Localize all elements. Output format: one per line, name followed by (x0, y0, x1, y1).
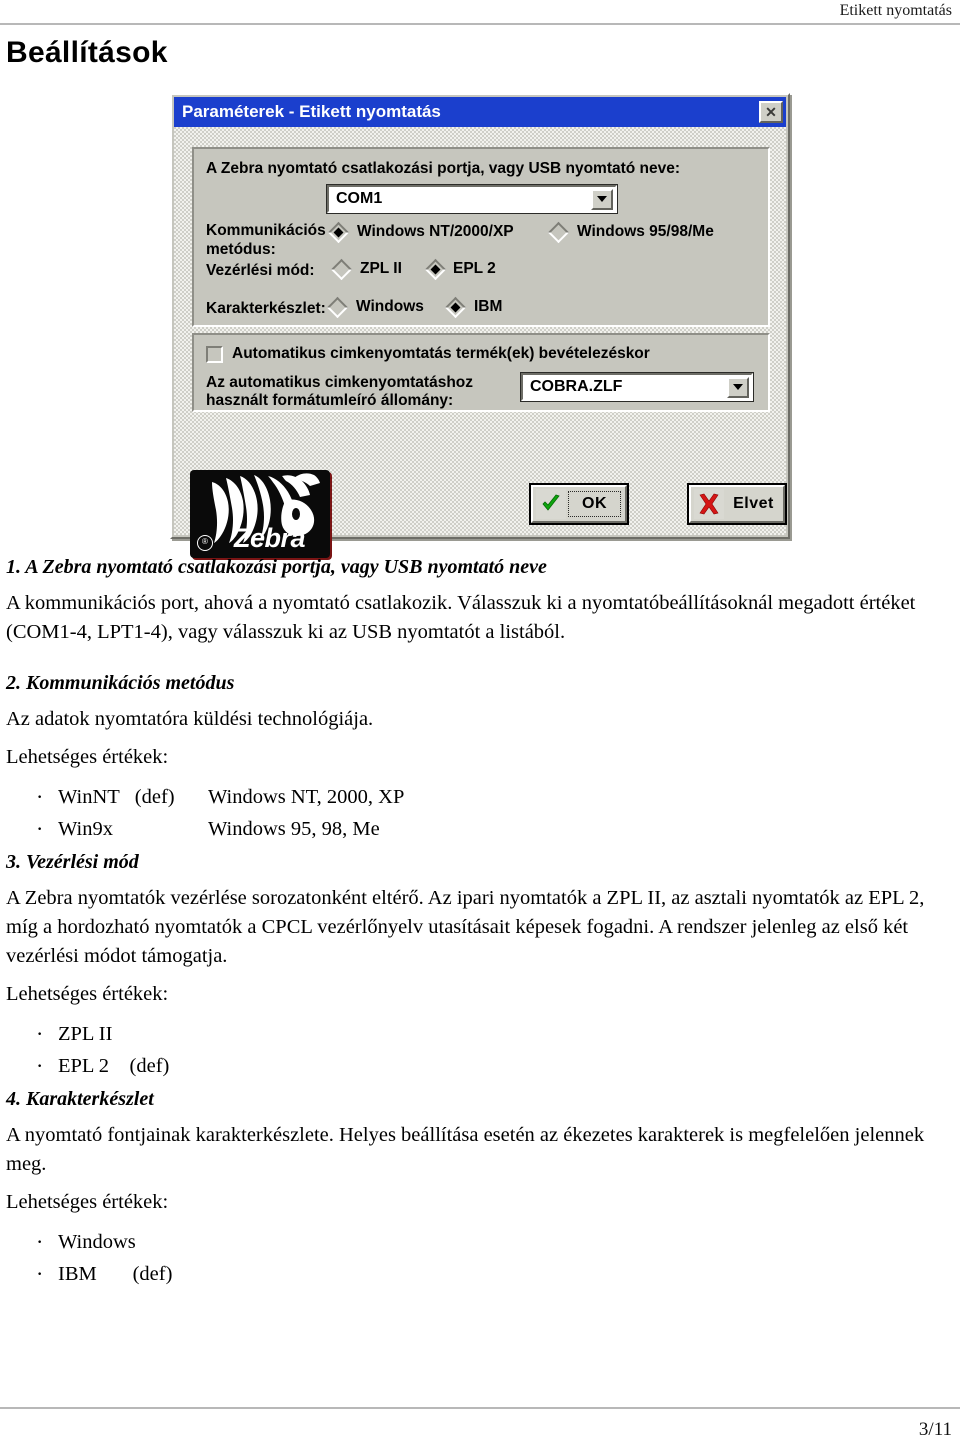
port-combo-value: COM1 (336, 190, 383, 207)
close-icon[interactable]: ✕ (759, 101, 783, 123)
list-item: ZPL II (6, 1018, 954, 1050)
value-term: ZPL II (58, 1023, 113, 1045)
value-def: Windows NT, 2000, XP (208, 786, 405, 808)
zebra-wordmark: Zebra (234, 523, 306, 553)
radio-charset-ibm[interactable] (444, 296, 467, 319)
format-file-combo[interactable]: COBRA.ZLF (520, 372, 754, 402)
list-item: WinNT (def) Windows NT, 2000, XP (6, 781, 954, 813)
dialog-title-text: Paraméterek - Etikett nyomtatás (182, 102, 441, 121)
green-check-icon (536, 489, 566, 519)
cancel-button[interactable]: Elvet (687, 483, 787, 525)
page-title: Beállítások (6, 36, 168, 69)
section-2-values: WinNT (def)Windows NT, 2000, XP Win9xWin… (6, 781, 954, 845)
footer-divider (0, 1407, 960, 1409)
section-4: 4. Karakterkészlet A nyomtató fontjainak… (6, 1088, 954, 1290)
list-item: Win9x Windows 95, 98, Me (6, 813, 954, 845)
auto-print-panel: Automatikus cimkenyomtatás termék(ek) be… (192, 333, 770, 412)
header-divider (0, 23, 960, 25)
red-x-icon (694, 489, 724, 519)
control-mode-label: Vezérlési mód: (206, 262, 315, 279)
radio-charset-windows-label[interactable]: Windows (356, 298, 424, 316)
section-2: 2. Kommunikációs metódus Az adatok nyomt… (6, 672, 954, 845)
port-label: A Zebra nyomtató csatlakozási portja, va… (206, 160, 681, 177)
section-3-values: ZPL II EPL 2 (def) (6, 1018, 954, 1082)
section-1-heading: 1. A Zebra nyomtató csatlakozási portja,… (6, 556, 547, 578)
value-term: EPL 2 (def) (58, 1055, 170, 1077)
value-term: WinNT (def) (58, 786, 175, 808)
radio-comm-winnt-label[interactable]: Windows NT/2000/XP (357, 223, 514, 241)
printer-settings-panel: A Zebra nyomtató csatlakozási portja, va… (192, 147, 770, 327)
radio-comm-win9x-label[interactable]: Windows 95/98/Me (577, 223, 714, 241)
zebra-logo: Zebra ® (190, 470, 330, 558)
section-3-values-label: Lehetséges értékek: (6, 983, 169, 1005)
format-file-label-line1: Az automatikus cimkenyomtatáshoz (206, 374, 474, 391)
charset-label: Karakterkészlet: (206, 300, 326, 317)
format-file-label-line2: használt formátumleíró állomány: (206, 392, 454, 409)
page-header-text: Etikett nyomtatás (839, 2, 952, 19)
section-2-heading: 2. Kommunikációs metódus (6, 672, 235, 694)
radio-control-epl2[interactable] (424, 258, 447, 281)
section-4-values-label: Lehetséges értékek: (6, 1191, 169, 1213)
value-term: Win9x (58, 818, 113, 840)
ok-button[interactable]: OK (529, 483, 629, 525)
section-4-values: Windows IBM (def) (6, 1226, 954, 1290)
value-def: Windows 95, 98, Me (208, 818, 380, 840)
radio-control-zpl2[interactable] (330, 258, 353, 281)
ok-button-label: OK (568, 491, 621, 517)
chevron-down-icon[interactable] (591, 188, 613, 210)
radio-charset-windows[interactable] (326, 296, 349, 319)
port-combo[interactable]: COM1 (326, 184, 618, 214)
list-item: Windows (6, 1226, 954, 1258)
radio-control-zpl2-label[interactable]: ZPL II (360, 260, 402, 278)
value-term: IBM (def) (58, 1263, 173, 1285)
section-1-body: A kommunikációs port, ahová a nyomtató c… (6, 592, 916, 643)
section-1: 1. A Zebra nyomtató csatlakozási portja,… (6, 556, 954, 656)
format-file-combo-value: COBRA.ZLF (530, 378, 623, 395)
registered-mark-icon: ® (197, 535, 213, 551)
dialog-titlebar[interactable]: Paraméterek - Etikett nyomtatás ✕ (174, 97, 786, 127)
page-number: 3/11 (918, 1419, 952, 1440)
radio-control-epl2-label[interactable]: EPL 2 (453, 260, 496, 278)
section-4-body: A nyomtató fontjainak karakterkészlete. … (6, 1124, 925, 1175)
settings-dialog: Paraméterek - Etikett nyomtatás ✕ A Zebr… (170, 93, 790, 558)
list-item: IBM (def) (6, 1258, 954, 1290)
section-3-heading: 3. Vezérlési mód (6, 851, 139, 873)
radio-comm-win9x[interactable] (547, 221, 570, 244)
comm-method-label-line1: Kommunikációs (206, 222, 326, 239)
radio-charset-ibm-label[interactable]: IBM (474, 298, 502, 316)
list-item: EPL 2 (def) (6, 1050, 954, 1082)
cancel-button-label: Elvet (733, 495, 774, 512)
section-3: 3. Vezérlési mód A Zebra nyomtatók vezér… (6, 851, 954, 1082)
section-2-values-label: Lehetséges értékek: (6, 746, 169, 768)
auto-print-checkbox[interactable] (206, 346, 223, 363)
section-2-body: Az adatok nyomtatóra küldési technológiá… (6, 708, 374, 730)
value-term: Windows (58, 1231, 136, 1253)
section-4-heading: 4. Karakterkészlet (6, 1088, 154, 1110)
auto-print-checkbox-label[interactable]: Automatikus cimkenyomtatás termék(ek) be… (232, 345, 650, 363)
dialog-body: A Zebra nyomtató csatlakozási portja, va… (174, 127, 787, 558)
radio-comm-winnt[interactable] (327, 221, 350, 244)
chevron-down-icon[interactable] (727, 376, 749, 398)
comm-method-label-line2: metódus: (206, 241, 276, 258)
section-3-body: A Zebra nyomtatók vezérlése sorozatonkén… (6, 887, 925, 967)
